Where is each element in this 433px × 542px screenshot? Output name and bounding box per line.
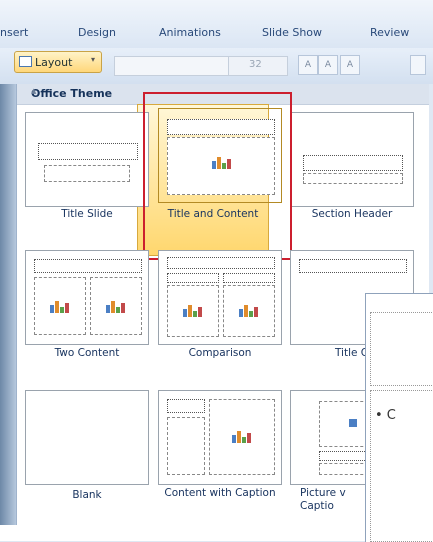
scroll-up-icon[interactable]: ▲ [31, 87, 43, 95]
selection-outline [143, 92, 292, 260]
layout-button-label: Layout [35, 56, 73, 69]
title-placeholder [303, 155, 403, 171]
slide-bullet-text: • C [375, 408, 396, 423]
picture-icon [349, 419, 357, 427]
subtitle-placeholder [44, 165, 130, 182]
layout-label-picture-with-caption: Picture v Captio [300, 487, 346, 512]
slide-title-placeholder[interactable] [370, 312, 433, 386]
text-placeholder [167, 417, 205, 475]
font-size-select[interactable]: 32 [228, 56, 288, 76]
title-placeholder [299, 259, 407, 273]
layout-two-content-thumb[interactable] [25, 250, 149, 345]
layout-icon [19, 56, 32, 67]
layout-blank-thumb[interactable] [25, 390, 149, 485]
content-icons [50, 299, 70, 313]
tab-slide-show[interactable]: Slide Show [262, 26, 322, 39]
layout-content-with-caption-thumb[interactable] [158, 390, 282, 485]
slide-pane-edge [0, 84, 16, 541]
layout-title-slide-thumb[interactable] [25, 112, 149, 207]
title-placeholder [167, 399, 205, 413]
title-placeholder [34, 259, 142, 273]
tab-insert[interactable]: nsert [0, 26, 28, 39]
layout-label-content-with-caption: Content with Caption [164, 487, 276, 499]
grow-font-button[interactable]: A [298, 55, 318, 75]
layout-label-title-slide: Title Slide [61, 208, 113, 220]
layout-label-comparison: Comparison [188, 347, 252, 359]
layout-label-section-header: Section Header [311, 208, 393, 220]
tab-design[interactable]: Design [78, 26, 116, 39]
title-placeholder [167, 257, 275, 269]
bullets-button[interactable] [410, 55, 426, 75]
tab-review[interactable]: Review [370, 26, 409, 39]
content-icons [106, 299, 126, 313]
text-placeholder [303, 173, 403, 184]
content-icons [183, 303, 203, 317]
tab-animations[interactable]: Animations [159, 26, 221, 39]
layout-button[interactable]: Layout ▾ [14, 51, 102, 73]
slide-canvas[interactable]: • C [365, 293, 433, 542]
ribbon-tab-bar: nsert Design Animations Slide Show Revie… [0, 0, 433, 49]
content-icons [232, 429, 252, 443]
layout-section-header-thumb[interactable] [290, 112, 414, 207]
layout-label-blank: Blank [72, 489, 102, 501]
layout-label-two-content: Two Content [54, 347, 120, 359]
clear-format-button[interactable]: A [340, 55, 360, 75]
layout-comparison-thumb[interactable] [158, 250, 282, 345]
shrink-font-button[interactable]: A [318, 55, 338, 75]
heading-placeholder-left [167, 273, 219, 283]
gallery-header-label: Office Theme [31, 87, 113, 100]
chevron-down-icon: ▾ [91, 55, 96, 64]
font-size-value: 32 [249, 59, 262, 70]
gallery-footer [0, 525, 365, 541]
content-icons [239, 303, 259, 317]
heading-placeholder-right [223, 273, 275, 283]
title-placeholder [38, 143, 138, 160]
